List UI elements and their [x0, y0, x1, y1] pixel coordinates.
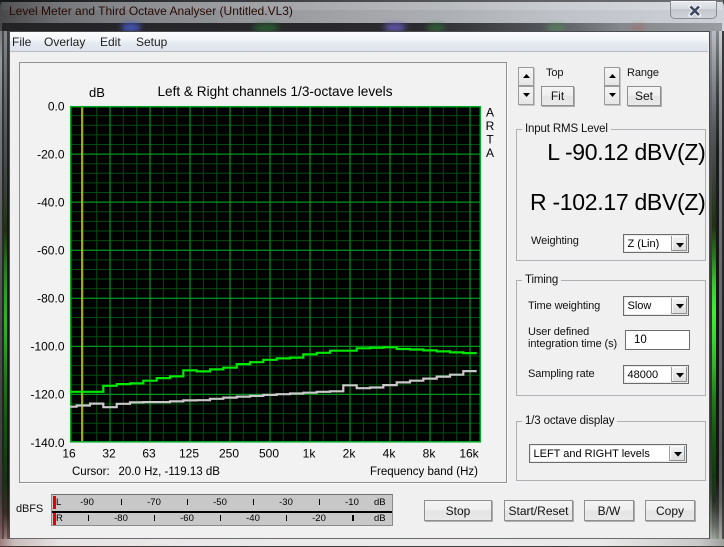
- svg-text:-60.0: -60.0: [37, 243, 65, 257]
- svg-text:T: T: [486, 132, 494, 146]
- svg-text:Frequency band (Hz): Frequency band (Hz): [370, 466, 478, 478]
- svg-text:-140.0: -140.0: [30, 435, 64, 449]
- svg-text:-40.0: -40.0: [37, 195, 65, 209]
- svg-text:0.0: 0.0: [48, 99, 65, 113]
- svg-text:-20.0: -20.0: [37, 147, 65, 161]
- svg-text:8k: 8k: [423, 446, 437, 460]
- svg-text:A: A: [486, 105, 494, 119]
- svg-text:-120.0: -120.0: [30, 387, 64, 401]
- svg-text:2k: 2k: [343, 446, 357, 460]
- svg-text:R: R: [486, 119, 495, 133]
- svg-text:16k: 16k: [459, 446, 479, 460]
- svg-text:250: 250: [219, 446, 239, 460]
- svg-text:Cursor:: Cursor:: [72, 466, 110, 478]
- svg-text:dB: dB: [89, 84, 105, 99]
- svg-text:A: A: [486, 146, 494, 160]
- svg-text:-100.0: -100.0: [30, 339, 64, 353]
- svg-text:500: 500: [259, 446, 279, 460]
- svg-text:Left & Right channels 1/3-octa: Left & Right channels 1/3-octave levels: [157, 83, 392, 98]
- svg-text:125: 125: [179, 446, 199, 460]
- svg-text:4k: 4k: [383, 446, 397, 460]
- svg-text:-80.0: -80.0: [37, 291, 65, 305]
- svg-text:63: 63: [142, 446, 156, 460]
- svg-text:1k: 1k: [303, 446, 317, 460]
- svg-text:16: 16: [62, 446, 76, 460]
- svg-text:32: 32: [102, 446, 116, 460]
- svg-text:20.0 Hz, -119.13 dB: 20.0 Hz, -119.13 dB: [119, 466, 221, 478]
